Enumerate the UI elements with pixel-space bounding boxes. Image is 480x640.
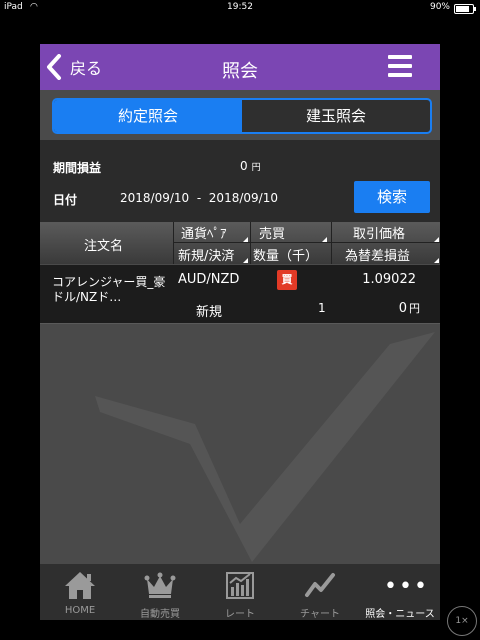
battery-percent: 90%: [429, 2, 450, 12]
hamburger-menu-icon[interactable]: [388, 55, 412, 77]
summary-panel: 期間損益 0円 日付 2018/09/10 - 2018/09/10 検索: [40, 140, 440, 222]
pl-amount: 0: [240, 159, 248, 173]
col-header-side[interactable]: 売買: [259, 223, 285, 242]
status-time: 19:52: [227, 2, 253, 12]
tab-auto-trade[interactable]: 自動売買: [120, 564, 200, 620]
pl-unit: 円: [251, 163, 261, 173]
tab-execution-inquiry[interactable]: 約定照会: [54, 100, 242, 132]
sort-triangle-icon: [322, 237, 327, 242]
order-kind: 新規: [196, 305, 223, 320]
battery-icon: [454, 4, 476, 14]
sort-triangle-icon: [243, 258, 248, 263]
sort-triangle-icon: [243, 237, 248, 242]
line-chart-icon: [305, 573, 335, 597]
page-title: 照会: [222, 61, 258, 82]
fx-pnl: 0円: [399, 300, 420, 316]
col-header-price[interactable]: 取引価格: [353, 223, 405, 242]
rate-chart-icon: [226, 572, 254, 599]
more-dots-icon: •••: [384, 574, 429, 599]
period-pl-label: 期間損益: [53, 161, 102, 175]
tab-rate[interactable]: レート: [200, 564, 280, 620]
checkmark-watermark-icon: [95, 332, 435, 562]
buy-badge: 買: [277, 270, 297, 290]
app-window: 戻る 照会 約定照会 建玉照会 期間損益 0円 日付 2018/09/10 - …: [40, 44, 440, 620]
tab-label: 照会・ニュース: [365, 609, 435, 620]
col-header-pair[interactable]: 通貨ﾍﾟｱ: [181, 223, 227, 242]
date-label: 日付: [53, 193, 78, 207]
order-name: コアレンジャー買_豪ドル/NZド…: [52, 275, 166, 304]
trade-price: 1.09022: [362, 272, 416, 287]
date-separator: -: [196, 191, 202, 205]
table-row[interactable]: コアレンジャー買_豪ドル/NZド… AUD/NZD 買 1.09022 新規 1…: [40, 265, 440, 323]
sort-triangle-icon: [434, 237, 439, 242]
sort-triangle-icon: [434, 258, 439, 263]
fx-pnl-unit: 円: [409, 302, 420, 315]
header-bar: 戻る 照会: [40, 44, 440, 90]
tab-home[interactable]: HOME: [40, 564, 120, 620]
search-button[interactable]: 検索: [354, 181, 430, 213]
tab-label: チャート: [300, 609, 340, 620]
zoom-button[interactable]: 1×: [447, 606, 477, 636]
segmented-control: 約定照会 建玉照会: [52, 98, 432, 134]
col-header-kind[interactable]: 新規/決済: [178, 245, 234, 264]
bottom-tab-bar: HOME 自動売買 レート チャート ••• 照会・ニュース: [40, 564, 440, 620]
tab-position-inquiry[interactable]: 建玉照会: [242, 100, 430, 132]
period-pl-value: 0円: [240, 159, 261, 173]
crown-icon: [144, 572, 176, 598]
tab-inquiry-news[interactable]: ••• 照会・ニュース: [360, 564, 440, 621]
currency-pair: AUD/NZD: [178, 272, 240, 287]
fx-pnl-amount: 0: [398, 301, 407, 316]
col-header-qty[interactable]: 数量（千）: [253, 245, 318, 264]
date-from: 2018/09/10: [120, 191, 190, 205]
col-header-name[interactable]: 注文名: [84, 235, 123, 254]
status-bar: iPad ◠ 19:52 90%: [0, 0, 480, 16]
tab-label: HOME: [64, 605, 96, 616]
tab-label: 自動売買: [140, 609, 180, 620]
quantity: 1: [318, 301, 326, 315]
table-header: 注文名 通貨ﾍﾟｱ 売買 取引価格 新規/決済 数量（千） 為替差損益: [40, 222, 440, 264]
date-to: 2018/09/10: [208, 191, 278, 205]
col-header-pnl[interactable]: 為替差損益: [345, 245, 410, 264]
date-range[interactable]: 2018/09/10 - 2018/09/10: [120, 191, 278, 205]
home-icon: [65, 572, 95, 599]
tab-label: レート: [225, 609, 255, 620]
tab-chart[interactable]: チャート: [280, 564, 360, 620]
